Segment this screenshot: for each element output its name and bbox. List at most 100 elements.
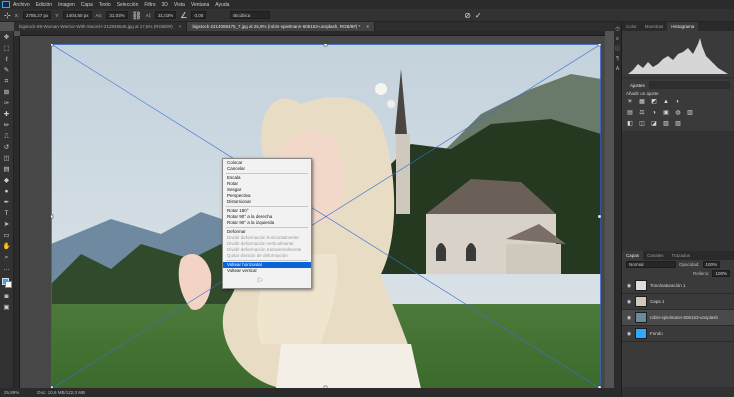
menu-capa[interactable]: Capa [81, 2, 93, 8]
path-select-tool-icon[interactable]: ➤ [2, 221, 11, 230]
adjustment-icons-row-3: ◧ ◫ ◪ ▧ ▨ [626, 121, 730, 128]
blend-mode-select[interactable]: Normal [626, 261, 676, 268]
clone-stamp-tool-icon[interactable]: ⎍ [2, 133, 11, 142]
height-field[interactable]: 31,03% [155, 11, 177, 19]
move-tool-icon[interactable]: ✥ [2, 34, 11, 43]
hand-tool-icon[interactable]: ✋ [2, 243, 11, 252]
hue-saturation-icon[interactable]: ▤ [626, 110, 634, 117]
character-panel-icon[interactable]: A [615, 66, 621, 72]
menu-seleccion[interactable]: Selección [117, 2, 139, 8]
menu-3d[interactable]: 3D [162, 2, 168, 8]
zoom-level[interactable]: 25,89% [4, 390, 19, 395]
type-tool-icon[interactable]: T [2, 210, 11, 219]
quick-mask-icon[interactable]: ◙ [2, 293, 11, 302]
cancel-transform-icon[interactable]: ⊘ [464, 11, 471, 20]
visibility-eye-icon[interactable]: ◉ [626, 331, 632, 337]
color-balance-icon[interactable]: ⚖ [638, 110, 646, 117]
angle-field[interactable]: 0,00 [191, 11, 207, 19]
interpolation-select[interactable]: Bicúbica [230, 11, 271, 19]
brightness-contrast-icon[interactable]: ☀ [626, 99, 634, 106]
history-brush-tool-icon[interactable]: ↺ [2, 144, 11, 153]
background-color-swatch[interactable] [4, 281, 12, 288]
layer-row[interactable]: ◉ Capa 1 [622, 294, 734, 310]
tab-adjustments[interactable]: Ajustes [626, 81, 649, 89]
dodge-tool-icon[interactable]: ● [2, 188, 11, 197]
black-white-icon[interactable]: ◑ [650, 110, 658, 117]
menu-imagen[interactable]: Imagen [58, 2, 75, 8]
tab-paths[interactable]: Trazados [668, 251, 695, 260]
channel-mixer-icon[interactable]: ◍ [674, 110, 682, 117]
eraser-tool-icon[interactable]: ◫ [2, 155, 11, 164]
menu-edicion[interactable]: Edición [36, 2, 52, 8]
menu-archivo[interactable]: Archivo [13, 2, 30, 8]
menu-texto[interactable]: Texto [99, 2, 111, 8]
frame-tool-icon[interactable]: ⊠ [2, 89, 11, 98]
curves-icon[interactable]: ◩ [650, 99, 658, 106]
canvas-area[interactable] [20, 36, 605, 389]
history-panel-icon[interactable]: ◷ [615, 26, 621, 32]
gradient-map-icon[interactable]: ▧ [662, 121, 670, 128]
paragraph-panel-icon[interactable]: ¶ [615, 56, 621, 62]
healing-tool-icon[interactable]: ✚ [2, 111, 11, 120]
transform-tool-icon[interactable]: ⊹ [4, 11, 11, 20]
visibility-eye-icon[interactable]: ◉ [626, 283, 632, 289]
close-icon[interactable]: × [179, 24, 182, 29]
fill-field[interactable]: 100% [712, 270, 730, 277]
context-menu-item[interactable]: Cancelar [223, 166, 311, 172]
close-icon[interactable]: × [366, 24, 369, 29]
layer-row[interactable]: ◉ Tono/saturación 1 [622, 278, 734, 294]
exposure-icon[interactable]: ▲ [662, 99, 670, 106]
crop-tool-icon[interactable]: ⌗ [2, 78, 11, 87]
marquee-tool-icon[interactable]: ⬚ [2, 45, 11, 54]
context-menu-item[interactable]: Distorsionar [223, 199, 311, 205]
menu-filtro[interactable]: Filtro [144, 2, 155, 8]
threshold-icon[interactable]: ◪ [650, 121, 658, 128]
brush-tool-icon[interactable]: ✏ [2, 122, 11, 131]
visibility-eye-icon[interactable]: ◉ [626, 315, 632, 321]
tab-color[interactable]: Color [622, 22, 641, 31]
zoom-tool-icon[interactable]: ⌕ [2, 254, 11, 263]
document-image[interactable] [51, 44, 601, 389]
document-tab-active[interactable]: bigstock-2214088475_7.jpg al 25,9% (robi… [187, 22, 375, 31]
pen-tool-icon[interactable]: ✒ [2, 199, 11, 208]
opacity-field[interactable]: 100% [702, 261, 721, 268]
color-swatches[interactable] [1, 278, 12, 288]
selective-color-icon[interactable]: ▨ [674, 121, 682, 128]
y-field[interactable]: 1404,50 px [63, 11, 92, 19]
shape-tool-icon[interactable]: ▭ [2, 232, 11, 241]
posterize-icon[interactable]: ◫ [638, 121, 646, 128]
x-field[interactable]: 2785,27 px [22, 11, 52, 19]
blur-tool-icon[interactable]: ◆ [2, 177, 11, 186]
context-menu-item[interactable]: Rotar 90° a la izquierda [223, 220, 311, 226]
context-menu-item[interactable]: Voltear vertical [223, 268, 311, 274]
layer-row[interactable]: ◉ Fondo [622, 326, 734, 342]
layer-row[interactable]: ◉ robin-spielmann-606153-unsplash [622, 310, 734, 326]
tab-layers[interactable]: Capas [622, 251, 644, 260]
properties-panel-icon[interactable]: ≡ [615, 36, 621, 42]
quick-select-tool-icon[interactable]: ✎ [2, 67, 11, 76]
tab-histogram[interactable]: Histograma [667, 22, 699, 31]
lasso-tool-icon[interactable]: ℓ [2, 56, 11, 65]
width-field[interactable]: 31,03% [106, 11, 128, 19]
screen-mode-icon[interactable]: ▣ [2, 304, 11, 313]
photoshop-logo-icon[interactable] [2, 1, 10, 8]
link-icon[interactable]: ⛓ [132, 11, 142, 20]
visibility-eye-icon[interactable]: ◉ [626, 299, 632, 305]
gradient-tool-icon[interactable]: ▤ [2, 166, 11, 175]
tab-swatches[interactable]: Muestras [641, 22, 668, 31]
document-tab[interactable]: bigstock-69-Woman-Warrior-With-Sword-I-2… [14, 22, 188, 31]
invert-icon[interactable]: ◧ [626, 121, 634, 128]
eyedropper-tool-icon[interactable]: ✑ [2, 100, 11, 109]
menu-bar: Archivo Edición Imagen Capa Texto Selecc… [0, 0, 734, 9]
more-tools-icon[interactable]: … [2, 265, 11, 274]
color-lookup-icon[interactable]: ▥ [686, 110, 694, 117]
menu-vista[interactable]: Vista [174, 2, 185, 8]
info-panel-icon[interactable]: ⓘ [615, 46, 621, 52]
menu-ayuda[interactable]: Ayuda [215, 2, 229, 8]
tab-channels[interactable]: Canales [643, 251, 668, 260]
menu-ventana[interactable]: Ventana [191, 2, 209, 8]
levels-icon[interactable]: ▦ [638, 99, 646, 106]
commit-transform-icon[interactable]: ✓ [475, 11, 482, 20]
vibrance-icon[interactable]: ◐ [674, 99, 682, 106]
photo-filter-icon[interactable]: ▣ [662, 110, 670, 117]
